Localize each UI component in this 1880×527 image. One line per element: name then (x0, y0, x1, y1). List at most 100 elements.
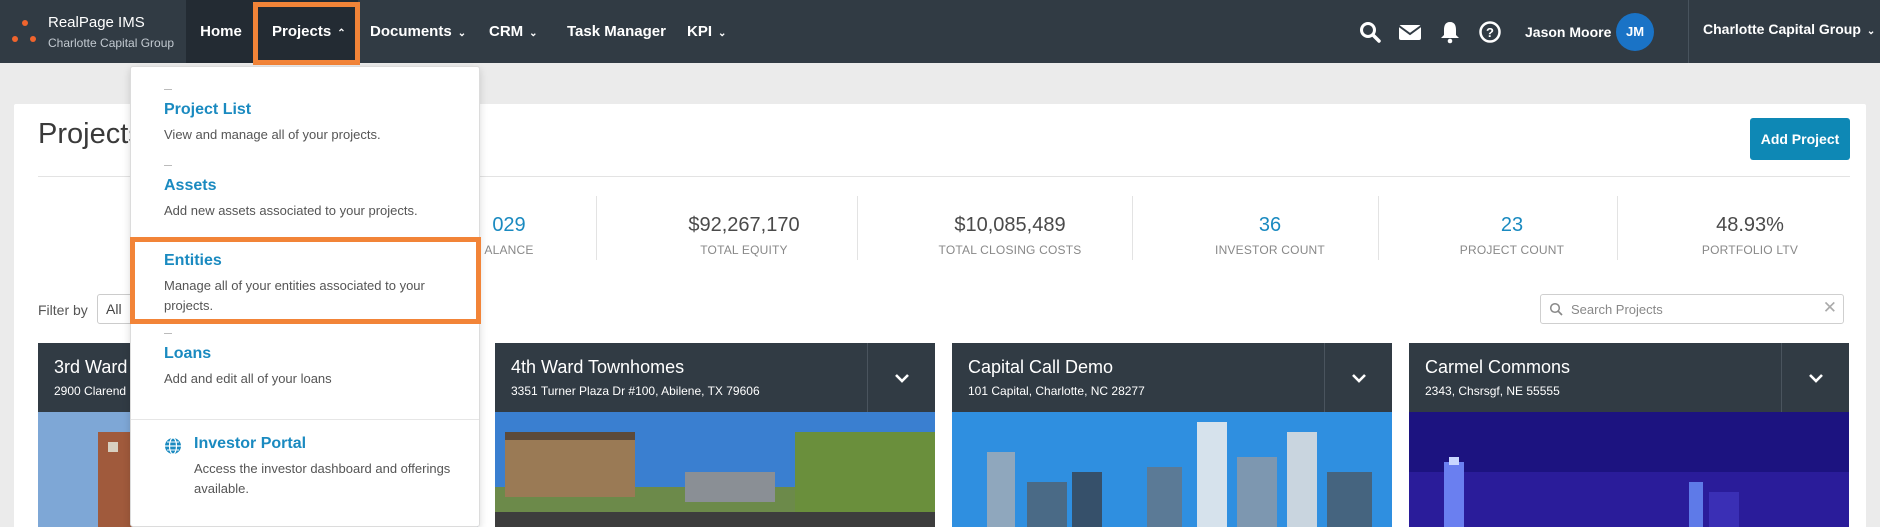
project-card[interactable]: 4th Ward Townhomes 3351 Turner Plaza Dr … (495, 343, 935, 527)
globe-icon (165, 437, 181, 455)
project-image (952, 412, 1392, 527)
project-address: 3351 Turner Plaza Dr #100, Abilene, TX 7… (511, 384, 760, 398)
nav-documents[interactable]: Documents ⌄ (370, 0, 466, 63)
nav-crm[interactable]: CRM ⌄ (489, 0, 538, 63)
search-icon (1549, 302, 1563, 316)
menu-item-title[interactable]: Entities (164, 252, 464, 270)
menu-item-desc: Add new assets associated to your projec… (164, 203, 418, 218)
divider (131, 419, 479, 420)
chevron-down-icon: ⌄ (457, 28, 467, 39)
nav-projects[interactable]: Projects ⌃ (256, 0, 358, 63)
mail-icon[interactable] (1398, 20, 1422, 44)
nav-crm-label: CRM (489, 23, 524, 40)
search-input[interactable]: Search Projects ✕ (1540, 294, 1844, 324)
page-title: Projects (38, 118, 143, 150)
chevron-down-icon (895, 374, 909, 383)
project-card-header: 4th Ward Townhomes 3351 Turner Plaza Dr … (495, 343, 935, 412)
chevron-down-icon: ⌄ (718, 28, 727, 39)
divider (164, 165, 172, 166)
menu-item-project-list[interactable]: Project List View and manage all of your… (164, 101, 464, 145)
user-name[interactable]: Jason Moore (1525, 24, 1611, 40)
menu-item-title[interactable]: Project List (164, 101, 464, 119)
project-card[interactable]: Carmel Commons 2343, Chsrsgf, NE 55555 (1409, 343, 1849, 527)
nav-kpi[interactable]: KPI ⌄ (687, 0, 726, 63)
project-address: 2900 Clarend (54, 384, 127, 398)
menu-item-desc: Add and edit all of your loans (164, 371, 332, 386)
bell-icon[interactable] (1438, 20, 1462, 44)
nav-task-manager[interactable]: Task Manager (567, 0, 666, 63)
expand-toggle[interactable] (867, 343, 935, 412)
divider (164, 89, 172, 90)
search-icon[interactable] (1358, 20, 1382, 44)
nav-projects-label: Projects (272, 23, 332, 40)
brand-subtitle: Charlotte Capital Group (48, 36, 175, 50)
stat-divider (596, 196, 597, 260)
project-address: 101 Capital, Charlotte, NC 28277 (968, 384, 1145, 398)
project-card[interactable]: Capital Call Demo 101 Capital, Charlotte… (952, 343, 1392, 527)
stat-value: 23 (1500, 214, 1524, 236)
stat-label: INVESTOR COUNT (1215, 243, 1325, 257)
stat-total-equity: $92,267,170 TOTAL EQUITY (644, 214, 844, 257)
chevron-down-icon: ⌄ (529, 28, 538, 39)
top-navbar: RealPage IMS Charlotte Capital Group Hom… (0, 0, 1880, 63)
menu-item-entities[interactable]: Entities Manage all of your entities ass… (164, 252, 464, 316)
nav-task-manager-label: Task Manager (567, 23, 666, 40)
org-switcher[interactable]: Charlotte Capital Group ⌄ (1703, 21, 1875, 37)
menu-item-desc: View and manage all of your projects. (164, 127, 381, 142)
stat-divider (1378, 196, 1379, 260)
menu-item-title[interactable]: Investor Portal (194, 435, 454, 453)
chevron-up-icon: ⌃ (337, 28, 346, 39)
stat-investor-count: 36 INVESTOR COUNT (1180, 214, 1360, 257)
stat-total-closing-costs: $10,085,489 TOTAL CLOSING COSTS (910, 214, 1110, 257)
chevron-down-icon (1352, 374, 1366, 383)
menu-item-desc: Manage all of your entities associated t… (164, 278, 425, 313)
nav-divider (1688, 0, 1689, 63)
projects-dropdown-menu: Project List View and manage all of your… (130, 66, 480, 527)
stat-value: $92,267,170 (688, 214, 800, 236)
brand-title: RealPage IMS (48, 14, 145, 31)
project-name[interactable]: Carmel Commons (1425, 357, 1570, 378)
avatar[interactable]: JM (1616, 13, 1654, 51)
menu-item-investor-portal[interactable]: Investor Portal Access the investor dash… (194, 435, 454, 499)
chevron-down-icon (1809, 374, 1823, 383)
menu-item-assets[interactable]: Assets Add new assets associated to your… (164, 177, 464, 221)
brand[interactable]: RealPage IMS Charlotte Capital Group (0, 0, 186, 63)
expand-toggle[interactable] (1324, 343, 1392, 412)
nav-home-label: Home (200, 23, 242, 40)
search-placeholder: Search Projects (1571, 302, 1663, 317)
help-icon[interactable]: ? (1478, 20, 1502, 44)
brand-logo-icon (12, 20, 38, 46)
stat-divider (857, 196, 858, 260)
project-name[interactable]: 3rd Ward (54, 357, 127, 378)
nav-home[interactable]: Home (186, 0, 256, 63)
filter-label: Filter by (38, 302, 88, 318)
clear-icon[interactable]: ✕ (1823, 298, 1837, 318)
chevron-down-icon: ⌄ (1866, 26, 1876, 37)
org-switcher-label: Charlotte Capital Group (1703, 21, 1861, 37)
stat-divider (1132, 196, 1133, 260)
divider (164, 333, 172, 334)
project-address: 2343, Chsrsgf, NE 55555 (1425, 384, 1560, 398)
project-image (495, 412, 935, 527)
nav-kpi-label: KPI (687, 23, 713, 40)
project-card-header: Carmel Commons 2343, Chsrsgf, NE 55555 (1409, 343, 1849, 412)
project-name[interactable]: 4th Ward Townhomes (511, 357, 684, 378)
menu-item-loans[interactable]: Loans Add and edit all of your loans (164, 345, 464, 389)
stat-value: 48.93% (1716, 214, 1784, 236)
stat-label: PROJECT COUNT (1459, 243, 1565, 257)
stat-divider (1617, 196, 1618, 260)
menu-item-title[interactable]: Loans (164, 345, 464, 363)
add-project-button[interactable]: Add Project (1750, 118, 1850, 160)
nav-documents-label: Documents (370, 23, 452, 40)
stat-label: PORTFOLIO LTV (1701, 243, 1799, 257)
menu-item-desc: Access the investor dashboard and offeri… (194, 461, 451, 496)
project-name[interactable]: Capital Call Demo (968, 357, 1113, 378)
stat-label: TOTAL CLOSING COSTS (938, 243, 1082, 257)
project-card-header: Capital Call Demo 101 Capital, Charlotte… (952, 343, 1392, 412)
stat-value: 36 (1258, 214, 1282, 236)
stat-portfolio-ltv: 48.93% PORTFOLIO LTV (1660, 214, 1840, 257)
project-image (1409, 412, 1849, 527)
stat-value: $10,085,489 (954, 214, 1066, 236)
menu-item-title[interactable]: Assets (164, 177, 464, 195)
expand-toggle[interactable] (1781, 343, 1849, 412)
